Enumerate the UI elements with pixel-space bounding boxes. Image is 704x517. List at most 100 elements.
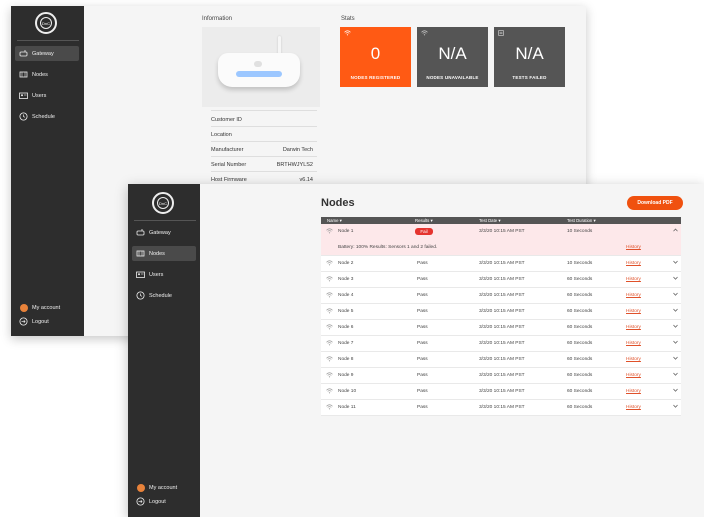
- stat-card-tests-failed[interactable]: N/A TESTS FAILED: [494, 27, 565, 87]
- table-row[interactable]: Node 1 Fail 3/3/20 10:15 AM PST 10 Secon…: [321, 224, 681, 240]
- logout-icon: [19, 317, 28, 326]
- info-row-location: Location: [211, 132, 313, 138]
- logout-link[interactable]: Logout: [132, 494, 196, 509]
- test-date: 3/3/20 10:15 AM PST: [479, 405, 525, 410]
- router-device: [218, 53, 300, 87]
- test-date: 3/3/20 10:15 AM PST: [479, 341, 525, 346]
- test-duration: 60 Seconds: [567, 309, 593, 314]
- info-row-host-firmware: Host Firmware v6.14: [211, 177, 313, 183]
- logout-link[interactable]: Logout: [15, 314, 79, 329]
- sidebar-item-gateway[interactable]: Gateway: [132, 225, 196, 240]
- gateway-device-image: [202, 27, 320, 107]
- chevron-down-icon[interactable]: [673, 276, 678, 282]
- sidebar-item-label: Schedule: [149, 292, 172, 299]
- history-link[interactable]: History: [626, 357, 641, 362]
- table-row[interactable]: Node 6 Pass 3/3/20 10:15 AM PST 60 Secon…: [321, 320, 681, 336]
- test-result: Pass: [417, 293, 428, 298]
- my-account-label: My account: [32, 304, 61, 311]
- test-date: 3/3/20 10:15 AM PST: [479, 389, 525, 394]
- wifi-icon: [326, 388, 333, 396]
- table-row[interactable]: Node 3 Pass 3/3/20 10:15 AM PST 60 Secon…: [321, 272, 681, 288]
- history-link[interactable]: History: [626, 405, 641, 410]
- table-row[interactable]: Node 10 Pass 3/3/20 10:15 AM PST 60 Seco…: [321, 384, 681, 400]
- node-name: Node 7: [338, 341, 354, 346]
- chevron-down-icon[interactable]: [673, 388, 678, 394]
- test-duration: 60 Seconds: [567, 293, 593, 298]
- avatar-icon: [19, 303, 28, 312]
- sidebar-divider: [134, 220, 196, 221]
- my-account-link[interactable]: My account: [15, 300, 79, 315]
- sidebar-item-gateway[interactable]: Gateway: [15, 46, 79, 61]
- sidebar-item-nodes[interactable]: Nodes: [132, 246, 196, 261]
- table-row[interactable]: Node 2 Pass 3/3/20 10:15 AM PST 10 Secon…: [321, 256, 681, 272]
- stat-card-nodes-registered[interactable]: 0 NODES REGISTERED: [340, 27, 411, 87]
- history-link[interactable]: History: [626, 261, 641, 266]
- table-row[interactable]: Node 11 Pass 3/3/20 10:15 AM PST 60 Seco…: [321, 400, 681, 416]
- test-result: Pass: [417, 389, 428, 394]
- info-label: Serial Number: [211, 162, 247, 168]
- chevron-down-icon[interactable]: [673, 340, 678, 346]
- chevron-down-icon[interactable]: [673, 308, 678, 314]
- sidebar-item-nodes[interactable]: Nodes: [15, 67, 79, 82]
- node-name: Node 3: [338, 277, 354, 282]
- my-account-label: My account: [149, 484, 178, 491]
- chevron-down-icon[interactable]: [673, 324, 678, 330]
- node-name: Node 4: [338, 293, 354, 298]
- wifi-icon: [326, 292, 333, 300]
- table-row[interactable]: Node 5 Pass 3/3/20 10:15 AM PST 60 Secon…: [321, 304, 681, 320]
- sidebar-item-label: Schedule: [32, 113, 55, 120]
- node-name: Node 5: [338, 309, 354, 314]
- test-result: Pass: [417, 357, 428, 362]
- chevron-down-icon[interactable]: [673, 260, 678, 266]
- chevron-down-icon[interactable]: [673, 292, 678, 298]
- my-account-link[interactable]: My account: [132, 480, 196, 495]
- sidebar-item-schedule[interactable]: Schedule: [132, 288, 196, 303]
- information-heading: Information: [202, 16, 233, 22]
- history-link[interactable]: History: [626, 293, 641, 298]
- brand-logo[interactable]: DnC: [35, 12, 57, 34]
- history-link[interactable]: History: [626, 277, 641, 282]
- history-link[interactable]: History: [626, 309, 641, 314]
- table-row[interactable]: Node 9 Pass 3/3/20 10:15 AM PST 60 Secon…: [321, 368, 681, 384]
- history-link[interactable]: History: [626, 325, 641, 330]
- table-row[interactable]: Node 7 Pass 3/3/20 10:15 AM PST 60 Secon…: [321, 336, 681, 352]
- wifi-icon: [326, 308, 333, 316]
- chevron-down-icon[interactable]: [673, 404, 678, 410]
- test-result: Pass: [417, 405, 428, 410]
- chevron-down-icon[interactable]: [673, 356, 678, 362]
- info-row-serial-number: Serial Number BRTHWJYLS2: [211, 162, 313, 168]
- info-divider: [211, 126, 317, 127]
- test-duration: 60 Seconds: [567, 373, 593, 378]
- history-link[interactable]: History: [626, 389, 641, 394]
- stat-card-nodes-unavailable[interactable]: N/A NODES UNAVAILABLE: [417, 27, 488, 87]
- chevron-up-icon[interactable]: [673, 228, 678, 234]
- info-label: Customer ID: [211, 117, 242, 123]
- wifi-icon: [326, 356, 333, 364]
- stat-label: NODES UNAVAILABLE: [426, 75, 479, 80]
- sidebar-item-label: Nodes: [149, 250, 165, 257]
- test-duration: 10 Seconds: [567, 229, 593, 234]
- sidebar-item-schedule[interactable]: Schedule: [15, 109, 79, 124]
- sidebar-item-label: Users: [32, 92, 47, 99]
- wifi-icon: [326, 324, 333, 332]
- history-link[interactable]: History: [626, 245, 641, 250]
- node-name: Node 11: [338, 405, 356, 410]
- sidebar-item-users[interactable]: Users: [15, 88, 79, 103]
- test-date: 3/3/20 10:15 AM PST: [479, 229, 525, 234]
- info-value: BRTHWJYLS2: [276, 162, 313, 168]
- chevron-down-icon[interactable]: [673, 372, 678, 378]
- brand-logo[interactable]: DnC: [152, 192, 174, 214]
- table-row[interactable]: Node 8 Pass 3/3/20 10:15 AM PST 60 Secon…: [321, 352, 681, 368]
- history-link[interactable]: History: [626, 373, 641, 378]
- nodes-window: DnC Gateway Nodes Users Schedule My acco…: [128, 184, 704, 517]
- nodes-sidebar: DnC Gateway Nodes Users Schedule My acco…: [128, 184, 200, 517]
- test-duration: 10 Seconds: [567, 261, 593, 266]
- info-divider: [211, 156, 317, 157]
- test-duration: 60 Seconds: [567, 389, 593, 394]
- sidebar-item-users[interactable]: Users: [132, 267, 196, 282]
- test-date: 3/3/20 10:15 AM PST: [479, 373, 525, 378]
- sidebar-item-label: Nodes: [32, 71, 48, 78]
- history-link[interactable]: History: [626, 341, 641, 346]
- table-row[interactable]: Node 4 Pass 3/3/20 10:15 AM PST 60 Secon…: [321, 288, 681, 304]
- download-pdf-button[interactable]: Download PDF: [627, 196, 683, 210]
